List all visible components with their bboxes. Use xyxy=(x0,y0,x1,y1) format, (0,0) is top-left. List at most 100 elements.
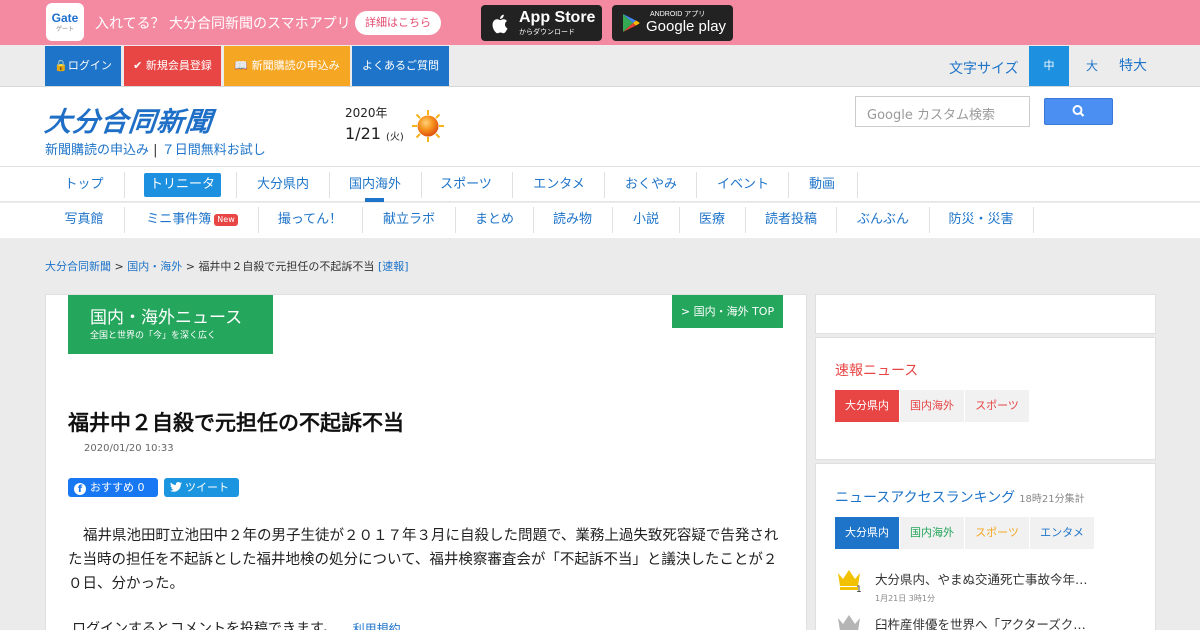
date-day: 1/21 xyxy=(345,124,381,143)
nav-bunbun[interactable]: ぶんぶん xyxy=(848,208,918,232)
nav-obituaries[interactable]: おくやみ xyxy=(616,173,686,197)
breadcrumb-sep: > xyxy=(182,260,199,273)
section-top-link[interactable]: > 国内・海外 TOP xyxy=(672,295,783,328)
check-icon: ✔ xyxy=(133,59,146,72)
nav-medical[interactable]: 医療 xyxy=(691,208,733,232)
googleplay-button[interactable]: ANDROID アプリ Google play xyxy=(612,5,733,41)
section-subtitle: 全国と世界の「今」を深く広く xyxy=(90,331,217,341)
font-size-medium[interactable]: 中 xyxy=(1029,46,1069,86)
date-weekday: (火) xyxy=(386,132,404,143)
nav-divider xyxy=(258,207,259,233)
nav-divider xyxy=(329,172,330,198)
article-date: 2020/01/20 10:33 xyxy=(84,443,174,454)
nav-divider xyxy=(836,207,837,233)
nav-entertainment[interactable]: エンタメ xyxy=(524,173,594,197)
search-button[interactable] xyxy=(1044,98,1113,125)
font-size-large[interactable]: 大 xyxy=(1072,46,1112,86)
breaking-news-title: 速報ニュース xyxy=(835,363,919,379)
search-icon xyxy=(1072,105,1085,117)
article-title: 福井中２自殺で元担任の不起訴不当 xyxy=(68,411,404,435)
login-note-text: ログインするとコメントを投稿できます。 xyxy=(72,621,337,630)
login-label: ログイン xyxy=(67,59,112,72)
appstore-sub: からダウンロード xyxy=(519,29,575,36)
subscribe-button[interactable]: 📖 新聞購読の申込み xyxy=(224,46,350,86)
nav-oita[interactable]: 大分県内 xyxy=(250,173,316,197)
ranking-tab-domestic[interactable]: 国内海外 xyxy=(900,517,964,549)
breadcrumb-category[interactable]: 国内・海外 xyxy=(127,260,182,273)
nav-novels[interactable]: 小説 xyxy=(624,208,668,232)
nav-divider xyxy=(455,207,456,233)
breadcrumb-home[interactable]: 大分合同新聞 xyxy=(45,260,111,273)
article-body: 福井県池田町立池田中２年の男子生徒が２０１７年３月に自殺した問題で、業務上過失致… xyxy=(68,528,779,592)
login-button[interactable]: 🔒ログイン xyxy=(45,46,121,86)
breadcrumb: 大分合同新聞 > 国内・海外 > 福井中２自殺で元担任の不起訴不当 [速報] xyxy=(45,258,409,274)
gate-app-logo[interactable]: Gate ゲート xyxy=(46,3,84,41)
register-label: 新規会員登録 xyxy=(145,59,212,72)
search-input[interactable]: Google カスタム検索 xyxy=(855,96,1030,127)
nav-mini-incidents-label: ミニ事件簿 xyxy=(146,212,212,227)
nav-sports[interactable]: スポーツ xyxy=(433,173,499,197)
nav-reading[interactable]: 読み物 xyxy=(545,208,600,232)
nav-photos[interactable]: 写真館 xyxy=(58,208,110,232)
twitter-icon xyxy=(170,482,182,492)
breadcrumb-sep: > xyxy=(111,260,128,273)
nav-events[interactable]: イベント xyxy=(708,173,778,197)
site-logo[interactable]: 大分合同新聞 xyxy=(43,100,215,139)
silver-crown-icon xyxy=(838,615,860,630)
nav-video[interactable]: 動画 xyxy=(800,173,844,197)
nav-reader-posts[interactable]: 読者投稿 xyxy=(757,208,825,232)
nav-domestic-overseas[interactable]: 国内海外 xyxy=(341,173,409,197)
nav-top[interactable]: トップ xyxy=(58,173,110,197)
gate-logo-text: Gate xyxy=(51,11,79,25)
ranking-tab-sports[interactable]: スポーツ xyxy=(965,517,1029,549)
nav-active-indicator xyxy=(365,198,384,202)
faq-button[interactable]: よくあるご質問 xyxy=(352,46,449,86)
nav-divider xyxy=(533,207,534,233)
free-trial-link[interactable]: ７日間無料お試し xyxy=(162,143,266,158)
nav-divider xyxy=(788,172,789,198)
nav-mini-incidents[interactable]: ミニ事件簿 New xyxy=(139,208,245,232)
nav-divider xyxy=(421,172,422,198)
nav-totten[interactable]: 撮ってん！ xyxy=(270,208,350,232)
banner-details-button[interactable]: 詳細はこちら xyxy=(355,11,441,35)
googleplay-label: Google play xyxy=(646,18,727,35)
appstore-button[interactable]: App Store からダウンロード xyxy=(481,5,602,41)
banner-text: 入れてる？ 大分合同新聞のスマホアプリ xyxy=(95,16,351,32)
sunny-icon xyxy=(412,110,444,142)
appstore-label: App Store xyxy=(519,9,596,26)
header-sub-links: 新聞購読の申込み | ７日間無料お試し xyxy=(45,139,266,158)
facebook-recommend-button[interactable]: f おすすめ 0 xyxy=(68,478,158,497)
nav-divider xyxy=(124,172,125,198)
nav-disaster[interactable]: 防災・災害 xyxy=(941,208,1021,232)
nav-divider xyxy=(124,207,125,233)
breadcrumb-current: 福井中２自殺で元担任の不起訴不当 xyxy=(198,260,375,273)
terms-link[interactable]: 利用規約 xyxy=(353,622,401,630)
ranking-item-2[interactable]: 臼杵産俳優を世界へ「アクターズク… xyxy=(875,614,1086,630)
news-tab-domestic[interactable]: 国内海外 xyxy=(900,390,964,422)
news-tab-oita[interactable]: 大分県内 xyxy=(835,390,899,422)
font-size-xlarge[interactable]: 特大 xyxy=(1113,46,1153,86)
nav-menu-lab[interactable]: 献立ラボ xyxy=(374,208,444,232)
lock-icon: 🔒 xyxy=(54,59,68,72)
ranking-tab-entertainment[interactable]: エンタメ xyxy=(1030,517,1094,549)
ranking-item-1[interactable]: 大分県内、やまぬ交通死亡事故今年… xyxy=(875,569,1088,588)
nav-trinita[interactable]: トリニータ xyxy=(144,173,222,197)
tweet-button[interactable]: ツイート xyxy=(164,478,239,497)
section-header: 国内・海外ニュース 全国と世界の「今」を深く広く xyxy=(68,295,273,354)
rank-number: 1 xyxy=(856,585,862,593)
nav-divider xyxy=(612,207,613,233)
news-tab-sports[interactable]: スポーツ xyxy=(965,390,1029,422)
googleplay-icon xyxy=(623,14,640,32)
new-badge: New xyxy=(214,214,238,226)
subscribe-link[interactable]: 新聞購読の申込み xyxy=(45,143,149,158)
ranking-tab-oita[interactable]: 大分県内 xyxy=(835,517,899,549)
nav-divider xyxy=(1033,207,1034,233)
subscribe-label: 新聞購読の申込み xyxy=(251,59,340,72)
link-separator: | xyxy=(153,143,158,158)
register-button[interactable]: ✔ 新規会員登録 xyxy=(124,46,221,86)
nav-divider xyxy=(236,172,237,198)
nav-divider xyxy=(362,207,363,233)
nav-summary[interactable]: まとめ xyxy=(467,208,522,232)
breadcrumb-tag[interactable]: [速報] xyxy=(378,260,409,273)
tweet-label: ツイート xyxy=(185,481,229,494)
